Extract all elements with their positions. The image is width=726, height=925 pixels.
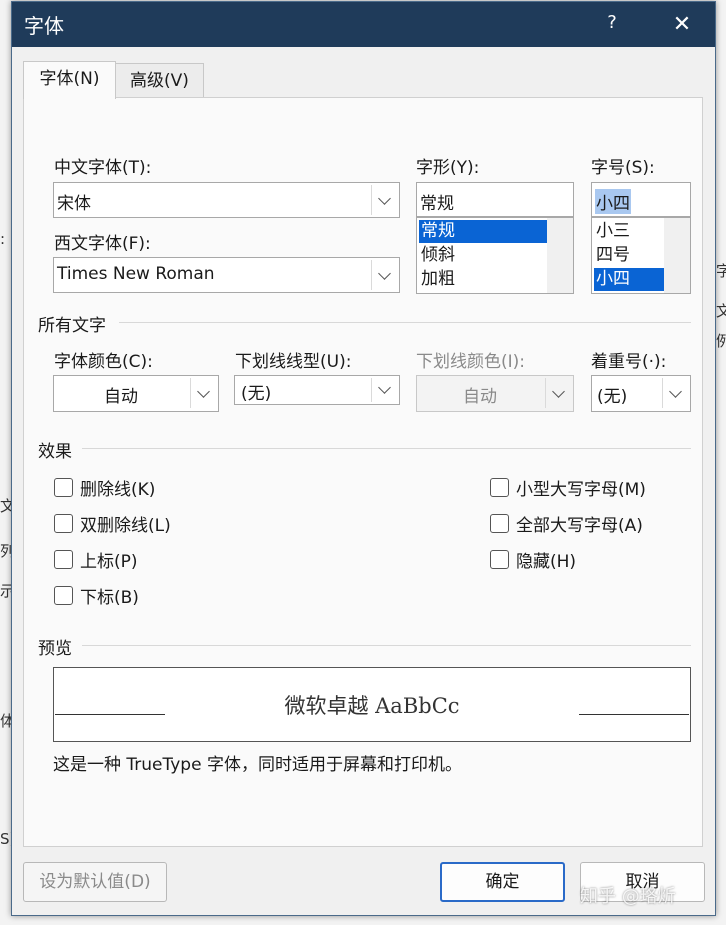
underline-color-label: 下划线颜色(I):	[416, 352, 526, 372]
watermark: 知乎 @珞炘	[580, 886, 676, 907]
chevron-down-icon	[378, 192, 391, 205]
ok-button[interactable]: 确定	[440, 862, 565, 902]
dialog-title: 字体	[24, 14, 64, 38]
size-option-small-four[interactable]: 小四	[594, 268, 664, 291]
superscript-checkbox[interactable]: 上标(P)	[54, 547, 138, 572]
emphasis-label: 着重号(·):	[591, 352, 667, 372]
style-list[interactable]: 常规 倾斜 加粗	[416, 217, 574, 294]
underline-color-dropdown-button	[545, 378, 571, 408]
style-list-scrollbar[interactable]	[547, 218, 573, 293]
font-color-dropdown-button[interactable]	[190, 378, 216, 408]
chevron-down-icon	[378, 267, 391, 280]
checkbox-box[interactable]	[490, 514, 509, 533]
chevron-down-icon	[197, 385, 210, 398]
emphasis-dropdown-button[interactable]	[662, 378, 688, 408]
style-option-regular[interactable]: 常规	[419, 220, 547, 243]
subscript-label: 下标(B)	[80, 588, 139, 608]
checkbox-box[interactable]	[490, 478, 509, 497]
size-option-small-three[interactable]: 小三	[594, 220, 664, 243]
checkbox-box[interactable]	[54, 550, 73, 569]
chinese-font-dropdown-button[interactable]	[371, 185, 397, 215]
chinese-font-value: 宋体	[57, 194, 91, 214]
preview-box: 微软卓越 AaBbCc	[53, 667, 691, 742]
font-color-combo[interactable]: 自动	[53, 375, 219, 412]
chevron-down-icon	[378, 381, 391, 394]
tab-font[interactable]: 字体(N)	[23, 61, 116, 99]
effects-group-title: 效果	[38, 442, 72, 462]
western-font-label: 西文字体(F):	[54, 234, 151, 254]
chinese-font-label: 中文字体(T):	[54, 158, 152, 178]
checkbox-box[interactable]	[54, 514, 73, 533]
background-fragment: :	[0, 230, 6, 248]
all-caps-checkbox[interactable]: 全部大写字母(A)	[490, 511, 643, 536]
emphasis-value: (无)	[597, 387, 628, 407]
double-strikethrough-label: 双删除线(L)	[80, 516, 171, 536]
underline-style-value: (无)	[241, 384, 272, 404]
close-button[interactable]: ✕	[664, 8, 700, 42]
underline-style-combo[interactable]: (无)	[234, 375, 400, 405]
font-description: 这是一种 TrueType 字体，同时适用于屏幕和打印机。	[53, 755, 462, 775]
help-button[interactable]: ?	[600, 12, 624, 38]
background-fragment: 文	[716, 302, 726, 320]
style-option-italic[interactable]: 倾斜	[419, 244, 547, 267]
western-font-combo[interactable]: Times New Roman	[53, 257, 400, 293]
underline-style-dropdown-button[interactable]	[371, 378, 397, 402]
chevron-down-icon	[669, 385, 682, 398]
all-text-group-title: 所有文字	[38, 316, 106, 336]
group-divider	[82, 645, 691, 646]
font-dialog: 字体 ? ✕ 字体(N) 高级(V) 中文字体(T): 宋体 西文字体(F): …	[11, 1, 716, 916]
style-value: 常规	[420, 194, 454, 214]
strikethrough-checkbox[interactable]: 删除线(K)	[54, 475, 155, 500]
checkbox-box[interactable]	[54, 586, 73, 605]
group-divider	[82, 448, 691, 449]
preview-group-title: 预览	[38, 639, 72, 659]
western-font-value: Times New Roman	[57, 264, 215, 284]
western-font-dropdown-button[interactable]	[371, 260, 397, 290]
size-list[interactable]: 小三 四号 小四	[591, 217, 691, 294]
size-value: 小四	[595, 189, 631, 214]
size-list-scrollbar[interactable]	[664, 218, 690, 293]
superscript-label: 上标(P)	[80, 552, 138, 572]
font-color-label: 字体颜色(C):	[54, 352, 153, 372]
size-label: 字号(S):	[591, 158, 655, 178]
background-fragment: 例	[716, 332, 726, 350]
emphasis-combo[interactable]: (无)	[591, 375, 691, 412]
style-label: 字形(Y):	[416, 158, 480, 178]
chinese-font-combo[interactable]: 宋体	[53, 182, 400, 218]
chevron-down-icon	[552, 385, 565, 398]
underline-style-label: 下划线线型(U):	[235, 352, 352, 372]
set-default-button[interactable]: 设为默认值(D)	[23, 862, 167, 902]
title-bar: 字体 ? ✕	[12, 2, 715, 47]
size-input[interactable]: 小四	[591, 182, 691, 217]
all-caps-label: 全部大写字母(A)	[516, 516, 643, 536]
tab-advanced[interactable]: 高级(V)	[115, 63, 204, 99]
checkbox-box[interactable]	[490, 550, 509, 569]
background-fragment: 字	[716, 262, 726, 280]
underline-color-value: 自动	[463, 387, 497, 407]
style-option-bold[interactable]: 加粗	[419, 268, 547, 291]
double-strikethrough-checkbox[interactable]: 双删除线(L)	[54, 511, 171, 536]
hidden-label: 隐藏(H)	[516, 552, 577, 572]
size-option-four[interactable]: 四号	[594, 244, 664, 267]
small-caps-checkbox[interactable]: 小型大写字母(M)	[490, 475, 646, 500]
hidden-checkbox[interactable]: 隐藏(H)	[490, 547, 576, 572]
style-input[interactable]: 常规	[416, 182, 574, 217]
preview-sample-text: 微软卓越 AaBbCc	[284, 694, 460, 718]
preview-baseline-right	[579, 714, 689, 715]
strikethrough-label: 删除线(K)	[80, 480, 156, 500]
subscript-checkbox[interactable]: 下标(B)	[54, 583, 139, 608]
group-divider	[119, 322, 691, 323]
small-caps-label: 小型大写字母(M)	[516, 480, 646, 500]
font-color-value: 自动	[104, 387, 138, 407]
checkbox-box[interactable]	[54, 478, 73, 497]
underline-color-combo: 自动	[416, 375, 574, 412]
